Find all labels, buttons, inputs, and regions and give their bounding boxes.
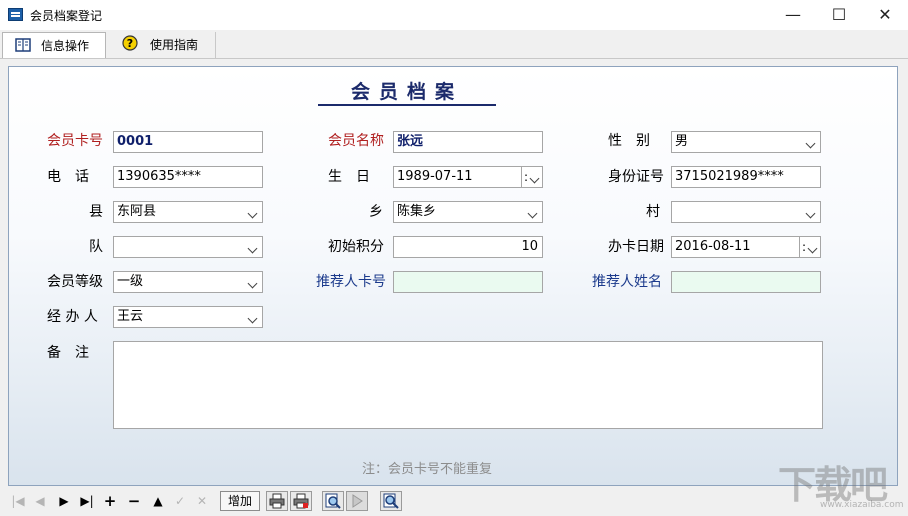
team-select[interactable] <box>113 236 263 258</box>
first-record-button[interactable]: |◀ <box>8 491 28 511</box>
referrer-card-label: 推荐人卡号 <box>316 274 386 290</box>
birthday-date-picker[interactable]: 1989-07-11 <box>393 166 543 188</box>
card-no-label: 会员卡号 <box>47 133 103 149</box>
referrer-name-label: 推荐人姓名 <box>592 274 662 290</box>
referrer-name-input[interactable] <box>671 271 821 293</box>
search-button[interactable] <box>380 491 402 511</box>
svg-text:?: ? <box>127 37 133 50</box>
add-button[interactable]: 增加 <box>220 491 260 511</box>
run-button[interactable] <box>346 491 368 511</box>
app-icon <box>8 8 23 21</box>
team-label: 队 <box>89 239 103 255</box>
initial-points-label: 初始积分 <box>328 239 384 255</box>
prior-record-button[interactable]: ◀ <box>30 491 50 511</box>
card-date-picker[interactable]: 2016-08-11 <box>671 236 821 258</box>
referrer-card-input[interactable] <box>393 271 543 293</box>
minimize-button[interactable]: — <box>770 0 816 30</box>
date-dropdown-button[interactable] <box>521 167 542 187</box>
id-no-label: 身份证号 <box>608 169 664 185</box>
handler-select[interactable]: 王云 <box>113 306 263 328</box>
initial-points-input[interactable]: 10 <box>393 236 543 258</box>
phone-input[interactable]: 1390635**** <box>113 166 263 188</box>
help-icon: ? <box>122 35 138 51</box>
book-icon <box>15 38 31 52</box>
navigator-toolbar: |◀ ◀ ▶ ▶| + − ▲ ✓ ✕ 增加 <box>0 488 908 516</box>
close-button[interactable]: ✕ <box>862 0 908 30</box>
village-label: 村 <box>646 204 660 220</box>
window-title: 会员档案登记 <box>30 9 103 23</box>
print-setup-button[interactable] <box>290 491 312 511</box>
chevron-down-icon <box>247 243 258 254</box>
id-no-input[interactable]: 3715021989**** <box>671 166 821 188</box>
magnifier-icon <box>325 493 341 509</box>
county-label: 县 <box>89 204 103 220</box>
tab-usage-guide[interactable]: ? 使用指南 <box>108 32 216 58</box>
township-label: 乡 <box>369 204 383 220</box>
card-no-input[interactable]: 0001 <box>113 131 263 153</box>
tab-label: 使用指南 <box>150 38 199 52</box>
county-select[interactable]: 东阿县 <box>113 201 263 223</box>
chevron-down-icon <box>527 208 538 219</box>
member-name-label: 会员名称 <box>328 133 384 149</box>
edit-record-button[interactable]: ▲ <box>148 491 168 511</box>
chevron-down-icon <box>247 208 258 219</box>
level-select[interactable]: 一级 <box>113 271 263 293</box>
chevron-down-icon <box>805 138 816 149</box>
tab-bar: 信息操作 ? 使用指南 <box>0 30 908 59</box>
title-bar: 会员档案登记 — ☐ ✕ <box>0 0 908 30</box>
level-label: 会员等级 <box>47 274 103 290</box>
maximize-button[interactable]: ☐ <box>816 0 862 30</box>
cancel-edit-button[interactable]: ✕ <box>192 491 212 511</box>
printer-icon <box>269 493 285 509</box>
birthday-label: 生 日 <box>328 169 370 185</box>
title-underline <box>318 104 496 106</box>
search-icon <box>383 493 399 509</box>
insert-record-button[interactable]: + <box>100 491 120 511</box>
delete-record-button[interactable]: − <box>124 491 144 511</box>
form-title: 会员档案 <box>350 81 463 103</box>
date-dropdown-button[interactable] <box>799 237 820 257</box>
remarks-label: 备 注 <box>47 345 89 361</box>
gender-select[interactable]: 男 <box>671 131 821 153</box>
remarks-textarea[interactable] <box>113 341 823 429</box>
gender-label: 性 别 <box>608 133 650 149</box>
chevron-down-icon <box>247 313 258 324</box>
last-record-button[interactable]: ▶| <box>76 491 98 511</box>
print-button[interactable] <box>266 491 288 511</box>
phone-label: 电 话 <box>47 169 89 185</box>
tab-info-operation[interactable]: 信息操作 <box>2 32 106 58</box>
handler-label: 经 办 人 <box>47 309 98 325</box>
chevron-down-icon <box>529 173 540 184</box>
member-name-input[interactable]: 张远 <box>393 131 543 153</box>
play-icon <box>352 494 363 508</box>
chevron-down-icon <box>807 243 818 254</box>
village-select[interactable] <box>671 201 821 223</box>
tab-label: 信息操作 <box>41 39 90 53</box>
card-date-label: 办卡日期 <box>608 239 664 255</box>
post-edit-button[interactable]: ✓ <box>170 491 190 511</box>
next-record-button[interactable]: ▶ <box>54 491 74 511</box>
printer-setup-icon <box>293 493 309 509</box>
watermark-url: www.xiazaiba.com <box>820 500 904 510</box>
township-select[interactable]: 陈集乡 <box>393 201 543 223</box>
note-text: 注：会员卡号不能重复 <box>362 462 493 477</box>
preview-button[interactable] <box>322 491 344 511</box>
chevron-down-icon <box>247 278 258 289</box>
chevron-down-icon <box>805 208 816 219</box>
